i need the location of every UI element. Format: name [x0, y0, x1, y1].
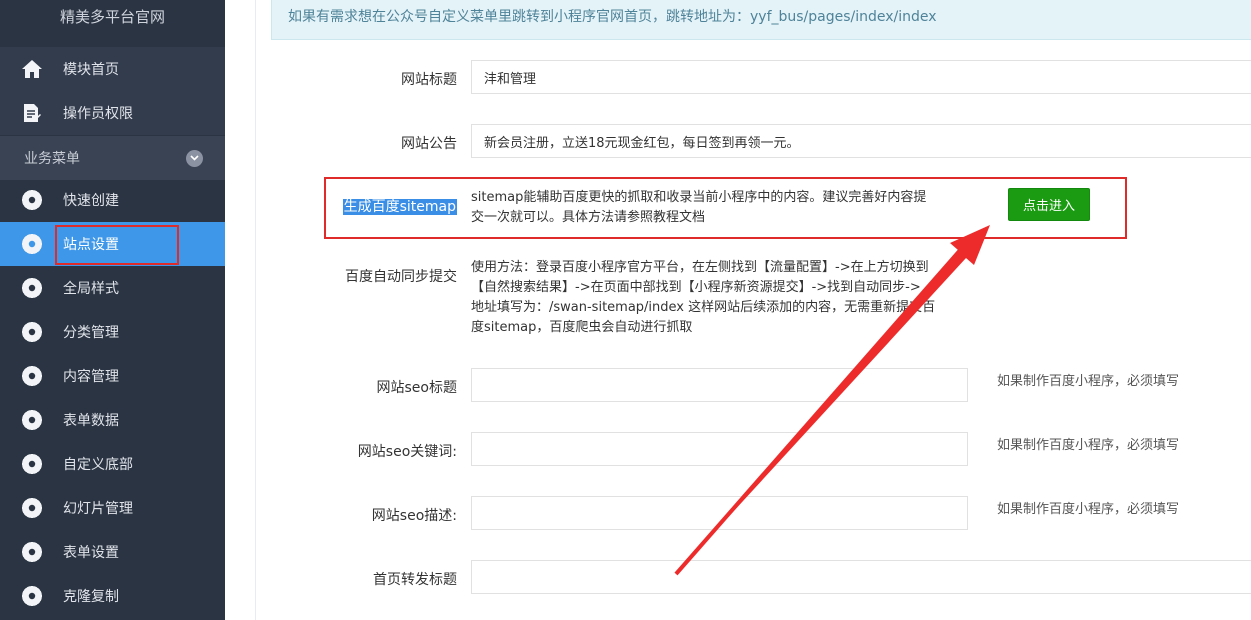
seo-title-input[interactable]: [471, 368, 968, 402]
sidebar-item-label: 全局样式: [63, 281, 119, 297]
sidebar-item-quick-create[interactable]: 快速创建: [0, 178, 225, 222]
gear-icon: [20, 364, 44, 388]
baidu-sync-line: 【自然搜索结果】->在页面中部找到【小程序新资源提交】->找到自动同步->: [471, 280, 921, 295]
share-title-label: 首页转发标题: [373, 572, 457, 588]
annotation-highlight-box: [55, 225, 179, 265]
site-title-input[interactable]: 沣和管理: [471, 60, 1251, 94]
sidebar-item-content-management[interactable]: 内容管理: [0, 354, 225, 398]
gear-icon: [20, 584, 44, 608]
sidebar-item-operator-permissions[interactable]: 操作员权限: [0, 91, 225, 135]
baidu-sync-line: 度sitemap，百度爬虫会自动进行抓取: [471, 320, 693, 335]
sidebar-item-form-settings[interactable]: 表单设置: [0, 530, 225, 574]
sidebar-item-label: 表单数据: [63, 413, 119, 429]
sidebar-item-form-data[interactable]: 表单数据: [0, 398, 225, 442]
seo-description-label: 网站seo描述:: [371, 508, 457, 524]
gear-icon: [20, 452, 44, 476]
sidebar-item-label: 内容管理: [63, 369, 119, 385]
sidebar-title: 精美多平台官网: [0, 0, 225, 44]
sidebar-item-clone-copy[interactable]: 克隆复制: [0, 574, 225, 618]
annotation-sitemap-box: [324, 177, 1127, 239]
business-menu-label: 业务菜单: [24, 151, 80, 167]
sidebar-item-label: 模块首页: [63, 62, 119, 78]
sidebar-item-label: 表单设置: [63, 545, 119, 561]
gear-icon: [20, 188, 44, 212]
baidu-sync-label: 百度自动同步提交: [345, 269, 457, 285]
content-divider: [255, 0, 256, 620]
gear-icon: [20, 232, 44, 256]
gear-icon: [20, 408, 44, 432]
notice-text: 如果有需求想在公众号自定义菜单里跳转到小程序官网首页，跳转地址为：yyf_bus…: [288, 9, 937, 25]
gear-icon: [20, 496, 44, 520]
sidebar-item-label: 快速创建: [63, 193, 119, 209]
site-notice-label: 网站公告: [401, 136, 457, 152]
sidebar-item-label: 自定义底部: [63, 457, 133, 473]
sidebar-item-label: 分类管理: [63, 325, 119, 341]
sidebar-item-module-home[interactable]: 模块首页: [0, 47, 225, 91]
sidebar-item-category-management[interactable]: 分类管理: [0, 310, 225, 354]
sidebar: 精美多平台官网 模块首页 操作员权限 业务菜单 快速创建 站点设置 全局样式 分…: [0, 0, 225, 620]
seo-keywords-label: 网站seo关键词:: [357, 444, 457, 460]
seo-description-hint: 如果制作百度小程序，必须填写: [997, 502, 1180, 517]
baidu-sync-line: 地址填写为：/swan-sitemap/index 这样网站后续添加的内容，无需…: [471, 300, 936, 315]
document-edit-icon: [20, 101, 44, 125]
baidu-sync-line: 使用方法：登录百度小程序官方平台，在左侧找到【流量配置】->在上方切换到: [471, 260, 929, 275]
site-title-label: 网站标题: [401, 72, 457, 88]
gear-icon: [20, 540, 44, 564]
sidebar-item-label: 克隆复制: [63, 589, 119, 605]
notice-banner: 如果有需求想在公众号自定义菜单里跳转到小程序官网首页，跳转地址为：yyf_bus…: [271, 0, 1251, 40]
business-menu-header[interactable]: 业务菜单: [0, 136, 225, 180]
seo-description-input[interactable]: [471, 496, 968, 530]
sidebar-item-global-style[interactable]: 全局样式: [0, 266, 225, 310]
gear-icon: [20, 320, 44, 344]
seo-keywords-input[interactable]: [471, 432, 968, 466]
sidebar-item-slideshow-management[interactable]: 幻灯片管理: [0, 486, 225, 530]
home-icon: [20, 57, 44, 81]
chevron-down-icon[interactable]: [186, 149, 203, 167]
seo-title-label: 网站seo标题: [376, 380, 457, 396]
share-title-input[interactable]: [471, 560, 1251, 594]
gear-icon: [20, 276, 44, 300]
sidebar-item-label: 操作员权限: [63, 106, 133, 122]
seo-title-hint: 如果制作百度小程序，必须填写: [997, 374, 1180, 389]
sidebar-item-custom-footer[interactable]: 自定义底部: [0, 442, 225, 486]
sidebar-item-label: 幻灯片管理: [63, 501, 133, 517]
baidu-sync-description: 使用方法：登录百度小程序官方平台，在左侧找到【流量配置】->在上方切换到 【自然…: [471, 258, 981, 338]
site-notice-input[interactable]: 新会员注册，立送18元现金红包，每日签到再领一元。: [471, 124, 1251, 158]
seo-keywords-hint: 如果制作百度小程序，必须填写: [997, 438, 1180, 453]
